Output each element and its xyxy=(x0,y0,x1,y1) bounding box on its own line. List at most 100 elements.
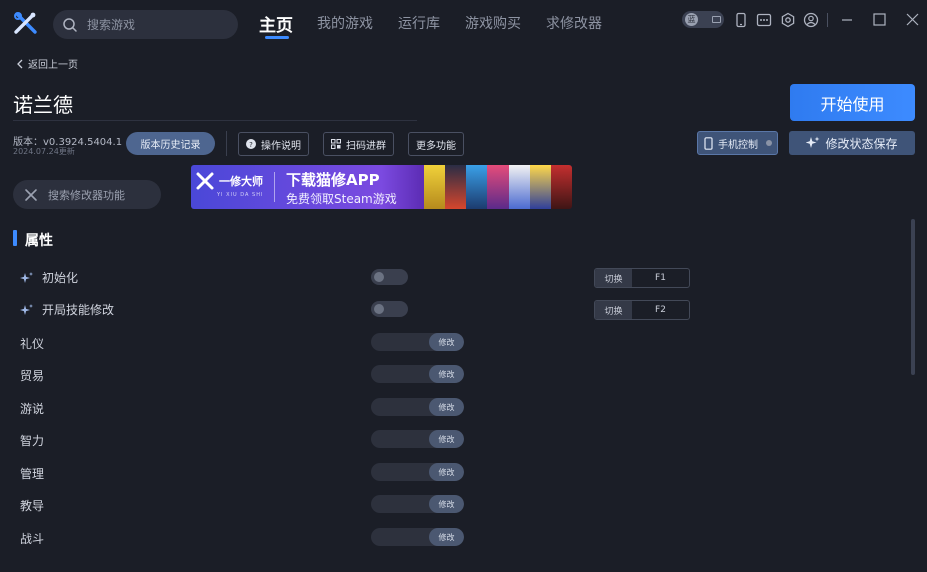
tab-request-trainer[interactable]: 求修改器 xyxy=(546,13,602,33)
stat-label-text: 管理 xyxy=(20,467,45,481)
modify-button[interactable]: 修改 xyxy=(429,463,464,481)
mobile-control-label: 手机控制 xyxy=(718,139,758,151)
save-state-button[interactable]: 修改状态保存 xyxy=(789,131,915,155)
modify-button[interactable]: 修改 xyxy=(429,430,464,448)
game-search-box[interactable] xyxy=(53,10,238,39)
top-bar: 主页 我的游戏 运行库 游戏购买 求修改器 蓝 xyxy=(0,0,927,48)
stat-input[interactable] xyxy=(371,430,429,448)
tab-game-store[interactable]: 游戏购买 xyxy=(465,13,521,33)
modify-button[interactable]: 修改 xyxy=(429,365,464,383)
switch-knob xyxy=(374,304,384,314)
save-state-label: 修改状态保存 xyxy=(825,136,898,151)
more-functions-button[interactable]: 更多功能 xyxy=(408,132,464,156)
tab-my-games[interactable]: 我的游戏 xyxy=(317,13,373,33)
modify-button[interactable]: 修改 xyxy=(429,495,464,513)
banner-brand-sub: YI XIU DA SHI xyxy=(217,192,264,198)
more-functions-label: 更多功能 xyxy=(416,140,456,152)
banner-brand-name: 一修大师 xyxy=(219,175,263,188)
toggle-label-init: 初始化 xyxy=(42,271,79,285)
stat-input-group: 修改 xyxy=(371,365,464,383)
banner-game-art xyxy=(424,165,572,209)
modify-button[interactable]: 修改 xyxy=(429,398,464,416)
section-title: 属性 xyxy=(25,233,53,249)
stat-input[interactable] xyxy=(371,463,429,481)
promo-banner[interactable]: 一修大师 YI XIU DA SHI 下载猫修APP 免费领取Steam游戏 xyxy=(191,165,572,209)
stat-input-group: 修改 xyxy=(371,430,464,448)
banner-headline: 下载猫修APP xyxy=(286,171,380,189)
stat-label-text: 贸易 xyxy=(20,369,45,383)
stat-input-group: 修改 xyxy=(371,528,464,546)
stat-label-text: 游说 xyxy=(20,402,45,416)
svg-text:?: ? xyxy=(249,141,253,149)
instructions-button[interactable]: ? 操作说明 xyxy=(238,132,309,156)
stat-input[interactable] xyxy=(371,365,429,383)
toggle-label-skill: 开局技能修改 xyxy=(42,303,115,317)
chevron-left-icon xyxy=(17,59,23,68)
tools-icon xyxy=(25,188,37,201)
banner-divider xyxy=(274,172,275,202)
sparkle-icon xyxy=(20,271,33,283)
stat-label: 礼仪 xyxy=(20,335,44,352)
sparkle-icon xyxy=(20,303,33,315)
maximize-icon[interactable] xyxy=(871,12,887,28)
function-search-box[interactable]: 搜索修改器功能 xyxy=(13,180,161,209)
back-link[interactable]: 返回上一页 xyxy=(16,56,78,71)
theme-toggle-knob: 蓝 xyxy=(685,13,698,26)
stat-label: 管理 xyxy=(20,465,44,482)
stat-input-group: 修改 xyxy=(371,398,464,416)
content-scrollbar[interactable] xyxy=(911,219,915,375)
stat-input[interactable] xyxy=(371,528,429,546)
qr-join-group-button[interactable]: 扫码进群 xyxy=(323,132,394,156)
sparkle-icon xyxy=(806,136,820,148)
banner-brand: 一修大师 xyxy=(195,171,263,191)
hotkey-init[interactable]: 切换 F1 xyxy=(594,268,690,288)
hotkey-mode: 切换 xyxy=(595,269,632,287)
stat-input[interactable] xyxy=(371,398,429,416)
close-icon[interactable] xyxy=(904,12,920,28)
settings-icon[interactable] xyxy=(780,12,796,28)
stat-input[interactable] xyxy=(371,333,429,351)
title-divider xyxy=(13,120,417,121)
message-icon[interactable] xyxy=(756,12,772,28)
game-search-input[interactable] xyxy=(87,17,227,32)
game-title: 诺兰德 xyxy=(13,93,73,117)
stat-label: 战斗 xyxy=(20,530,44,547)
search-icon xyxy=(62,17,78,33)
hotkey-key: F2 xyxy=(655,305,666,315)
help-icon: ? xyxy=(246,139,256,149)
modify-button[interactable]: 修改 xyxy=(429,333,464,351)
user-icon[interactable] xyxy=(803,12,819,28)
start-button[interactable]: 开始使用 xyxy=(790,84,915,121)
app-logo-icon[interactable] xyxy=(12,11,38,37)
banner-logo-icon xyxy=(196,172,214,190)
toggle-switch-skill[interactable] xyxy=(371,301,408,317)
banner-subline: 免费领取Steam游戏 xyxy=(286,192,397,206)
mobile-phone-icon xyxy=(704,136,713,150)
stat-input[interactable] xyxy=(371,495,429,513)
screen-icon xyxy=(712,16,721,23)
tab-runtime-library[interactable]: 运行库 xyxy=(398,13,440,33)
theme-toggle[interactable]: 蓝 xyxy=(682,11,724,28)
stat-label-text: 教导 xyxy=(20,499,45,513)
stat-input-group: 修改 xyxy=(371,333,464,351)
modify-button[interactable]: 修改 xyxy=(429,528,464,546)
connection-status-dot xyxy=(766,140,772,146)
stat-label: 游说 xyxy=(20,400,44,417)
stat-label-text: 礼仪 xyxy=(20,337,45,351)
stat-label: 智力 xyxy=(20,432,44,449)
tab-home[interactable]: 主页 xyxy=(259,11,293,36)
qr-join-group-label: 扫码进群 xyxy=(346,140,386,152)
hotkey-skill[interactable]: 切换 F2 xyxy=(594,300,690,320)
phone-icon[interactable] xyxy=(733,12,749,28)
hotkey-mode: 切换 xyxy=(595,301,632,319)
minimize-icon[interactable] xyxy=(839,12,855,28)
toolbar-divider xyxy=(827,13,828,27)
version-history-button[interactable]: 版本历史记录 xyxy=(126,132,215,155)
qr-code-icon xyxy=(331,139,341,149)
version-date: 2024.07.24更新 xyxy=(13,147,75,156)
toggle-switch-init[interactable] xyxy=(371,269,408,285)
mobile-control-button[interactable]: 手机控制 xyxy=(697,131,778,155)
stat-input-group: 修改 xyxy=(371,463,464,481)
toggle-row-label: 开局技能修改 xyxy=(20,301,114,318)
toggle-row-label: 初始化 xyxy=(20,269,78,286)
